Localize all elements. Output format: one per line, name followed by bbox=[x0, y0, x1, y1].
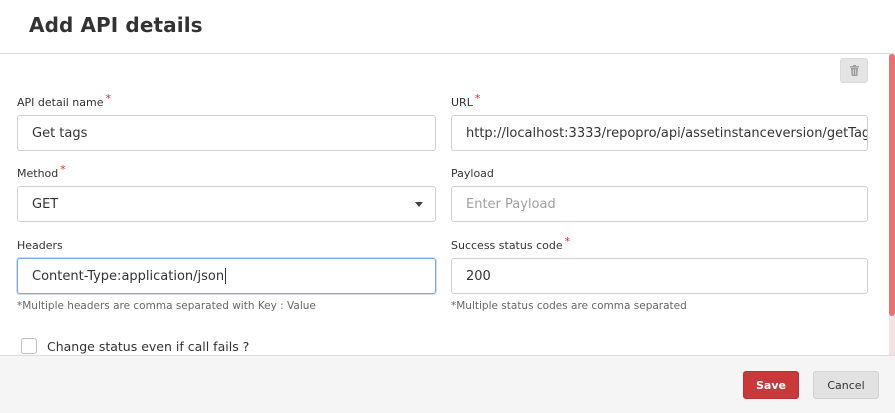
dialog-footer: Save Cancel bbox=[0, 355, 895, 413]
method-value: GET bbox=[32, 196, 59, 212]
success-code-hint: *Multiple status codes are comma separat… bbox=[451, 300, 687, 312]
success-code-input[interactable]: 200 bbox=[451, 258, 868, 294]
headers-label-text: Headers bbox=[17, 239, 63, 252]
success-code-value: 200 bbox=[466, 268, 491, 284]
api-name-label: API detail name * bbox=[17, 92, 111, 109]
headers-hint: *Multiple headers are comma separated wi… bbox=[17, 300, 316, 312]
payload-input[interactable]: Enter Payload bbox=[451, 186, 868, 222]
save-button[interactable]: Save bbox=[743, 371, 799, 399]
change-status-checkbox[interactable] bbox=[21, 338, 37, 354]
api-name-value: Get tags bbox=[32, 125, 88, 141]
required-marker: * bbox=[105, 92, 112, 105]
change-status-label[interactable]: Change status even if call fails ? bbox=[47, 339, 249, 354]
success-code-label: Success status code * bbox=[451, 235, 570, 252]
method-label: Method * bbox=[17, 163, 66, 180]
dialog-scrollbar[interactable] bbox=[889, 54, 895, 355]
required-marker: * bbox=[60, 163, 66, 176]
dialog-header: Add API details bbox=[0, 0, 895, 54]
dialog-title: Add API details bbox=[29, 13, 203, 37]
scrollbar-thumb[interactable] bbox=[889, 54, 895, 316]
api-name-label-text: API detail name bbox=[17, 96, 104, 109]
payload-label-text: Payload bbox=[451, 167, 494, 180]
url-value: http://localhost:3333/repopro/api/asseti… bbox=[466, 125, 868, 141]
add-api-dialog: Add API details API detail name * Get tag… bbox=[0, 0, 895, 413]
method-label-text: Method bbox=[17, 167, 59, 180]
caret-down-icon bbox=[415, 202, 423, 207]
method-select[interactable]: GET bbox=[17, 186, 436, 222]
headers-input[interactable]: Content-Type:application/json bbox=[17, 258, 436, 294]
api-name-input[interactable]: Get tags bbox=[17, 115, 436, 151]
trash-icon bbox=[849, 65, 859, 76]
headers-value: Content-Type:application/json bbox=[32, 268, 225, 284]
required-marker: * bbox=[564, 235, 571, 248]
cancel-button[interactable]: Cancel bbox=[813, 371, 879, 399]
url-label-text: URL bbox=[451, 96, 473, 109]
headers-label: Headers bbox=[17, 239, 63, 252]
required-marker: * bbox=[474, 92, 481, 105]
text-cursor bbox=[225, 268, 227, 284]
delete-api-button[interactable] bbox=[840, 58, 868, 83]
payload-placeholder: Enter Payload bbox=[466, 196, 556, 212]
url-label: URL * bbox=[451, 92, 480, 109]
url-input[interactable]: http://localhost:3333/repopro/api/asseti… bbox=[451, 115, 868, 151]
success-code-label-text: Success status code bbox=[451, 239, 563, 252]
payload-label: Payload bbox=[451, 167, 494, 180]
